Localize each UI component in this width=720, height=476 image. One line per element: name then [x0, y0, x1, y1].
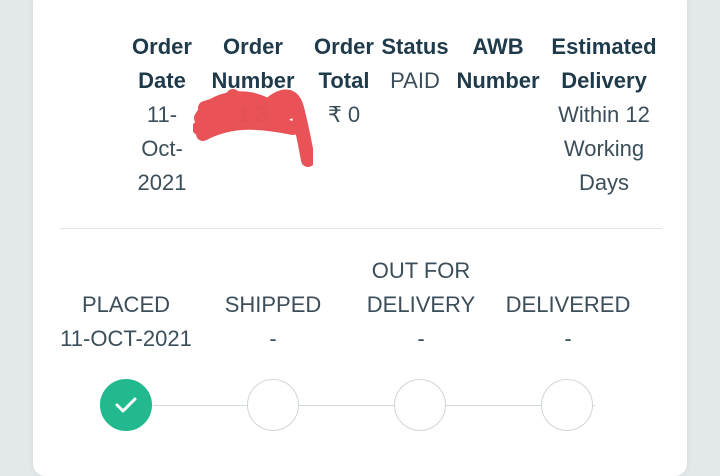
order-total-value: ₹ 0 — [327, 102, 361, 127]
step-delivered-label: DELIVERED — [505, 292, 631, 317]
estimated-delivery-header: Estimated Delivery — [551, 34, 657, 93]
step-out-for-delivery-label: OUT FOR DELIVERY — [366, 258, 476, 317]
redaction-scribble — [193, 89, 313, 167]
step-shipped: SHIPPED - — [205, 288, 341, 356]
step-placed-date: 11-OCT-2021 — [60, 326, 192, 351]
step-placed: PLACED 11-OCT-2021 — [55, 288, 197, 356]
awb-column: AWB Number — [450, 30, 546, 98]
check-icon — [115, 397, 137, 413]
status-value: PAID — [390, 68, 440, 93]
status-column: Status PAID — [379, 30, 451, 98]
step-out-for-delivery: OUT FOR DELIVERY - — [351, 254, 491, 356]
step-out-for-delivery-indicator — [394, 379, 446, 431]
order-date-header: Order Date — [132, 34, 192, 93]
step-delivered-indicator — [541, 379, 593, 431]
step-out-for-delivery-date: - — [417, 326, 425, 351]
status-header: Status — [381, 34, 449, 59]
step-shipped-date: - — [269, 326, 277, 351]
step-shipped-indicator — [247, 379, 299, 431]
progress-track — [153, 405, 595, 406]
step-placed-indicator — [100, 379, 152, 431]
order-date-column: Order Date 11- Oct- 2021 — [123, 30, 201, 200]
estimated-delivery-column: Estimated Delivery Within 12 Working Day… — [545, 30, 663, 200]
order-date-value: 11- Oct- 2021 — [137, 102, 187, 195]
order-details-card: Order Date 11- Oct- 2021 Order Number 1 … — [33, 0, 687, 476]
step-placed-label: PLACED — [81, 292, 171, 317]
order-total-header: Order Total — [314, 34, 374, 93]
step-shipped-label: SHIPPED — [224, 292, 322, 317]
order-total-column: Order Total ₹ 0 — [311, 30, 377, 132]
section-divider — [60, 228, 662, 229]
step-delivered: DELIVERED - — [495, 288, 641, 356]
awb-header: AWB Number — [456, 34, 540, 93]
estimated-delivery-value: Within 12 Working Days — [558, 102, 650, 195]
step-delivered-date: - — [564, 326, 572, 351]
